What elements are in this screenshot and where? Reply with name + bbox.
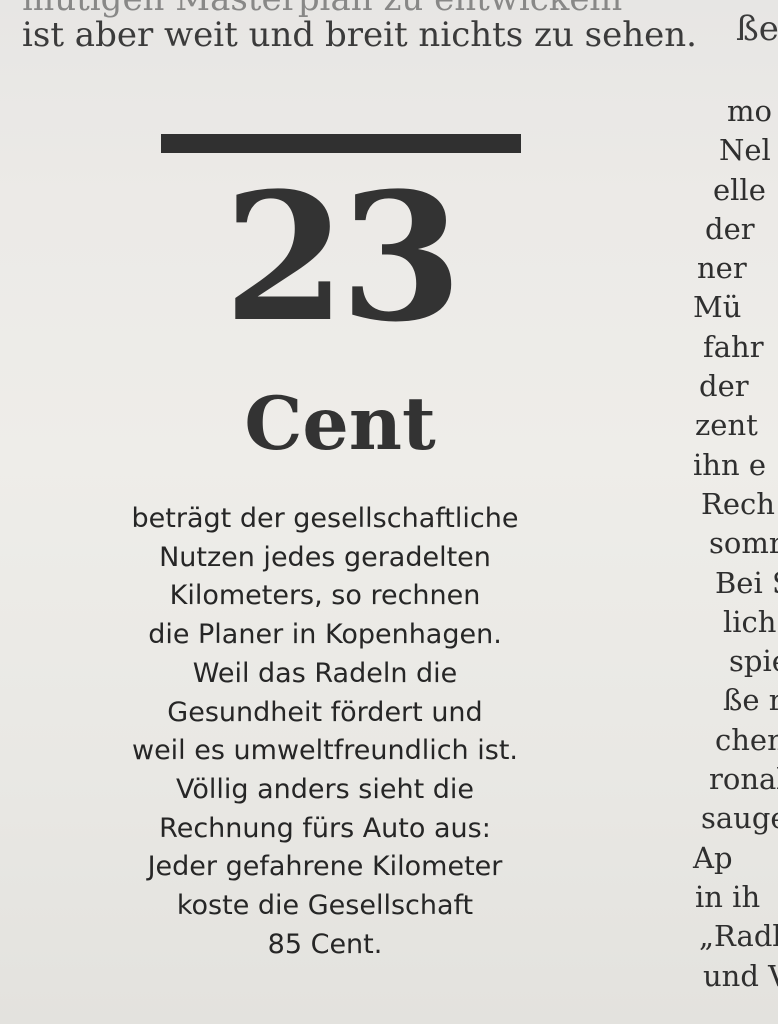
right-column-line: „Radl <box>699 919 778 954</box>
feature-body-line: Rechnung fürs Auto aus: <box>159 812 491 844</box>
right-column-line: spieg <box>729 644 778 679</box>
right-column-line: zent <box>695 408 758 443</box>
feature-body-line: weil es umweltfreundlich ist. <box>131 735 518 767</box>
right-column-line: und V <box>703 958 778 993</box>
top-left-text-fragment: mutigen Masterplan zu entwickeln ist abe… <box>22 0 697 53</box>
top-right-text-fragment: ße <box>736 9 778 49</box>
feature-body-line: Jeder gefahrene Kilometer <box>147 851 503 883</box>
right-column-line: mo <box>727 94 772 128</box>
right-column-line: Nel <box>719 133 771 168</box>
right-column-line: Ap <box>693 840 733 875</box>
feature-body-line: koste die Gesellschaft <box>176 890 474 922</box>
feature-body-line: Völlig anders sieht die <box>176 773 474 805</box>
right-column-line: der <box>705 211 755 246</box>
feature-divider <box>161 134 521 153</box>
top-left-visible-line: ist aber weit und breit nichts zu sehen. <box>22 14 697 55</box>
right-column-line: in ih <box>695 879 761 914</box>
feature-body-line: die Planer in Kopenhagen. <box>148 619 502 651</box>
right-column-line: ronal <box>709 762 778 797</box>
feature-body-line: beträgt der gesellschaftliche <box>131 503 519 534</box>
feature-body-line: 85 Cent. <box>267 928 383 960</box>
feature-number: 23 <box>223 154 463 361</box>
feature-body: beträgt der gesellschaftliche Nutzen jed… <box>95 500 555 964</box>
right-column-line: sauge <box>701 801 778 836</box>
top-left-cropped-line: mutigen Masterplan zu entwickeln <box>22 0 622 19</box>
feature-body-line: Nutzen jedes geradelten <box>159 541 491 573</box>
right-column-line: chen l <box>715 722 778 757</box>
feature-unit: Cent <box>244 381 436 467</box>
right-column-line: fahr <box>703 329 764 364</box>
feature-body-line: Gesundheit fördert und <box>167 696 483 728</box>
right-column-line: ner <box>697 251 747 286</box>
right-column-fragment: mo Nel elle der ner Mü fahr der zent ihn… <box>693 92 778 996</box>
newspaper-page: mutigen Masterplan zu entwickeln ist abe… <box>0 0 778 1024</box>
right-column-line: Bei S <box>715 565 778 600</box>
feature-body-line: Kilometers, so rechnen <box>169 580 481 612</box>
right-column-line: der <box>699 369 749 404</box>
right-column-line: ihn e <box>693 447 767 482</box>
right-column-line: somr <box>709 526 778 561</box>
right-column-line: Rech <box>701 486 775 521</box>
right-column-line: lich e <box>723 604 778 639</box>
right-column-line: ße ru <box>723 683 778 718</box>
feature-body-line: Weil das Radeln die <box>192 657 458 689</box>
right-column-line: elle <box>713 172 766 207</box>
right-column-line: Mü <box>693 290 742 325</box>
